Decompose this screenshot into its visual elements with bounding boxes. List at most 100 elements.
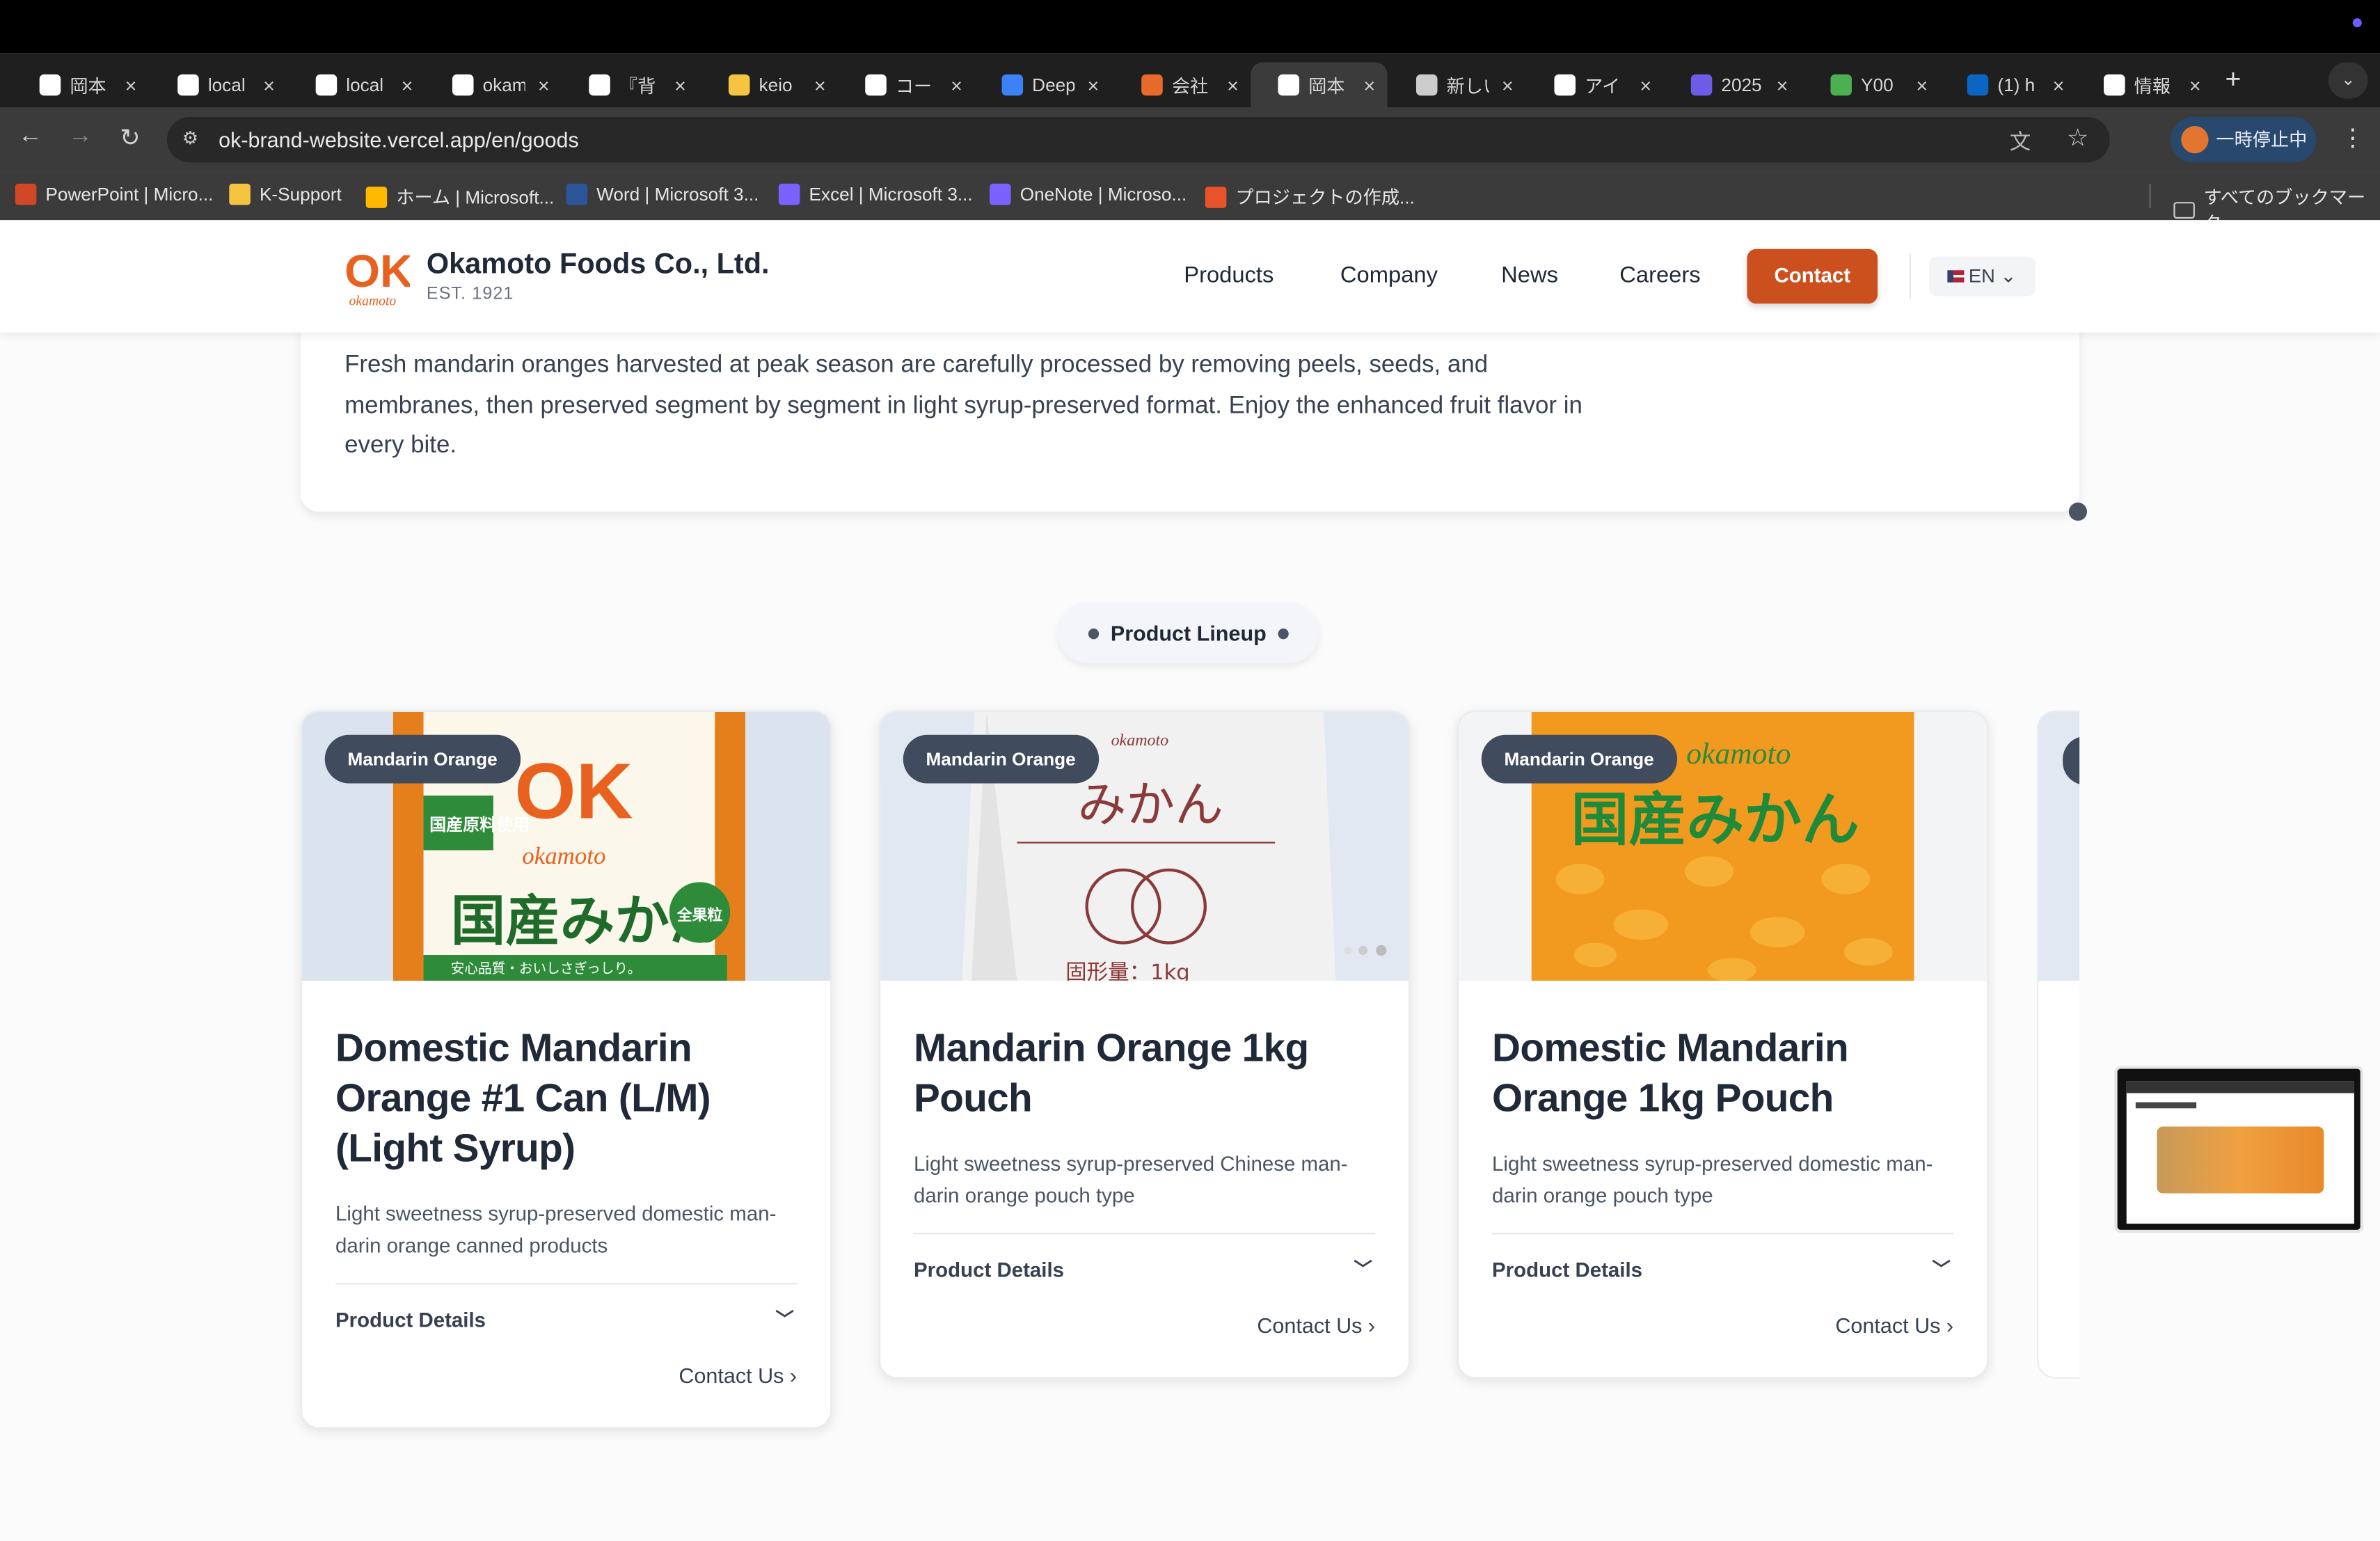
- tab-favicon-icon: [1830, 74, 1852, 96]
- browser-tab[interactable]: Deep ×: [974, 62, 1111, 107]
- site-header: OK okamoto Okamoto Foods Co., Ltd. EST. …: [0, 220, 2380, 333]
- contact-button[interactable]: Contact: [1747, 248, 1878, 304]
- tab-title: (1) h: [1997, 74, 2036, 96]
- close-tab-icon[interactable]: ×: [402, 74, 413, 97]
- browser-tab[interactable]: 岡本 ×: [12, 62, 148, 107]
- forward-icon[interactable]: →: [68, 123, 93, 150]
- product-details-toggle[interactable]: Product Details ﹀: [914, 1258, 1375, 1283]
- tab-title: 2025: [1721, 74, 1762, 96]
- brand-name[interactable]: Okamoto Foods Co., Ltd.: [427, 249, 770, 283]
- close-tab-icon[interactable]: ×: [125, 74, 137, 97]
- product-image[interactable]: OK okamoto 国産原料使用 国産みかん 全果粒 安心品質・おいしさぎっし…: [302, 712, 831, 981]
- pouch-brand-text: okamoto: [1111, 732, 1169, 750]
- close-tab-icon[interactable]: ×: [2189, 74, 2201, 97]
- nav-news[interactable]: News: [1501, 262, 1558, 288]
- close-tab-icon[interactable]: ×: [1640, 74, 1651, 97]
- tab-search-button[interactable]: ⌄: [2328, 62, 2368, 99]
- category-badge: Mandarin Orange: [903, 734, 1099, 784]
- contact-us-label: Contact Us: [679, 1363, 784, 1388]
- tab-strip: 岡本 × local × local × okam × 『背 × keio × コー × Deep × 会社 × 岡…: [0, 53, 2380, 108]
- product-details-toggle[interactable]: Product Details ﹀: [335, 1309, 797, 1333]
- lineup-text: Product Lineup: [1110, 621, 1267, 646]
- bookmark-favicon-icon: [15, 183, 37, 205]
- browser-tab[interactable]: 情報 ×: [2077, 62, 2213, 107]
- product-details-toggle[interactable]: Product Details ﹀: [1492, 1258, 1953, 1283]
- close-tab-icon[interactable]: ×: [1088, 74, 1100, 97]
- browser-tab[interactable]: 新しい ×: [1389, 62, 1525, 107]
- close-tab-icon[interactable]: ×: [674, 74, 686, 97]
- bookmark-item[interactable]: プロジェクトの作成...: [1205, 184, 1415, 210]
- browser-tab[interactable]: コー ×: [838, 62, 974, 107]
- translate-icon[interactable]: 文: [2010, 126, 2031, 157]
- chevron-down-icon: ﹀: [775, 1309, 794, 1330]
- browser-tab[interactable]: 会社 ×: [1114, 62, 1251, 107]
- close-tab-icon[interactable]: ×: [1502, 74, 1514, 97]
- okamoto-logo[interactable]: OK okamoto: [343, 242, 410, 308]
- close-tab-icon[interactable]: ×: [1777, 74, 1788, 97]
- browser-tab[interactable]: Y00 ×: [1803, 62, 1939, 107]
- bookmark-favicon-icon: [365, 186, 388, 207]
- product-card[interactable]: OK okamoto 国産原料使用 国産みかん 全果粒 安心品質・おいしさぎっし…: [300, 710, 832, 1429]
- tab-title: コー: [895, 74, 933, 97]
- back-icon[interactable]: ←: [18, 123, 42, 150]
- new-tab-button[interactable]: +: [2226, 64, 2242, 96]
- bookmarks-divider: [2149, 183, 2151, 208]
- reload-icon[interactable]: ↻: [120, 123, 140, 154]
- close-tab-icon[interactable]: ×: [1364, 74, 1376, 97]
- language-selector[interactable]: EN ⌄: [1929, 256, 2036, 297]
- bookmark-label: プロジェクトの作成...: [1235, 187, 1415, 208]
- bookmark-star-icon[interactable]: ☆: [2067, 123, 2088, 154]
- browser-menu-icon[interactable]: ⋮: [2340, 123, 2365, 154]
- product-image[interactable]: okamoto 国産みかん Mandarin Orange: [1459, 712, 1988, 981]
- can-origin-text: 国産原料使用: [429, 815, 530, 835]
- details-label: Product Details: [1492, 1258, 1643, 1282]
- bookmarks-bar: すべてのブックマーク PowerPoint | Micro...K-Suppor…: [0, 171, 2380, 234]
- browser-tab[interactable]: local ×: [288, 62, 425, 107]
- site-info-icon[interactable]: ⚙: [182, 127, 207, 152]
- web-page: OK okamoto Okamoto Foods Co., Ltd. EST. …: [0, 220, 2380, 1541]
- nav-company[interactable]: Company: [1340, 262, 1438, 288]
- bullet-icon: [1278, 629, 1290, 640]
- contact-us-link[interactable]: Contact Us ›: [1492, 1313, 1953, 1341]
- details-label: Product Details: [914, 1258, 1065, 1282]
- browser-tab[interactable]: local ×: [150, 62, 287, 107]
- close-tab-icon[interactable]: ×: [2053, 74, 2065, 97]
- product-title: Domestic Mandarin Orange #1 Can (L/M) (L…: [335, 1025, 711, 1171]
- bookmark-item[interactable]: Excel | Microsoft 3...: [778, 183, 973, 205]
- contact-us-link[interactable]: Contact Us ›: [914, 1313, 1375, 1341]
- nav-products[interactable]: Products: [1184, 262, 1274, 288]
- bookmark-label: Excel | Microsoft 3...: [809, 183, 973, 205]
- browser-tab[interactable]: 2025 ×: [1664, 62, 1800, 107]
- close-tab-icon[interactable]: ×: [951, 74, 962, 97]
- browser-tab[interactable]: 『背 ×: [562, 62, 698, 107]
- close-tab-icon[interactable]: ×: [538, 74, 550, 97]
- contact-us-link[interactable]: Contact Us ›: [335, 1364, 797, 1391]
- folder-icon: [2173, 201, 2195, 219]
- tab-title: 情報: [2134, 74, 2171, 97]
- browser-tab[interactable]: 岡本 ×: [1251, 62, 1388, 108]
- bookmark-item[interactable]: Word | Microsoft 3...: [566, 183, 759, 205]
- tab-title: 会社: [1171, 74, 1209, 97]
- tab-title: Deep: [1032, 74, 1075, 96]
- product-image[interactable]: okamoto みかん 固形量：1kg Mandarin Orange: [880, 712, 1409, 981]
- close-tab-icon[interactable]: ×: [263, 74, 275, 97]
- product-card[interactable]: okamoto みかん 固形量：1kg Mandarin Orange Mand…: [878, 710, 1411, 1379]
- profile-button[interactable]: 一時停止中: [2171, 116, 2317, 163]
- browser-tab[interactable]: アイ ×: [1527, 62, 1663, 107]
- bookmark-item[interactable]: K-Support: [229, 183, 342, 205]
- bookmark-label: PowerPoint | Micro...: [45, 183, 214, 205]
- close-tab-icon[interactable]: ×: [1916, 74, 1928, 97]
- close-tab-icon[interactable]: ×: [814, 74, 826, 97]
- picture-in-picture-preview[interactable]: [2114, 1066, 2364, 1233]
- nav-careers[interactable]: Careers: [1619, 262, 1700, 288]
- bookmark-item[interactable]: ホーム | Microsoft...: [365, 184, 554, 210]
- browser-tab[interactable]: okam ×: [425, 62, 562, 107]
- product-card[interactable]: okamoto 国産みかん Mandarin Orange Domestic M…: [1457, 710, 1989, 1379]
- browser-tab[interactable]: keio ×: [701, 62, 838, 107]
- close-tab-icon[interactable]: ×: [1227, 74, 1239, 97]
- bookmark-item[interactable]: OneNote | Microso...: [990, 183, 1187, 205]
- bookmark-favicon-icon: [229, 183, 251, 205]
- browser-tab[interactable]: (1) h ×: [1939, 62, 2076, 107]
- address-bar[interactable]: ⚙ ok-brand-website.vercel.app/en/goods 文…: [166, 116, 2110, 163]
- bookmark-item[interactable]: PowerPoint | Micro...: [15, 183, 214, 205]
